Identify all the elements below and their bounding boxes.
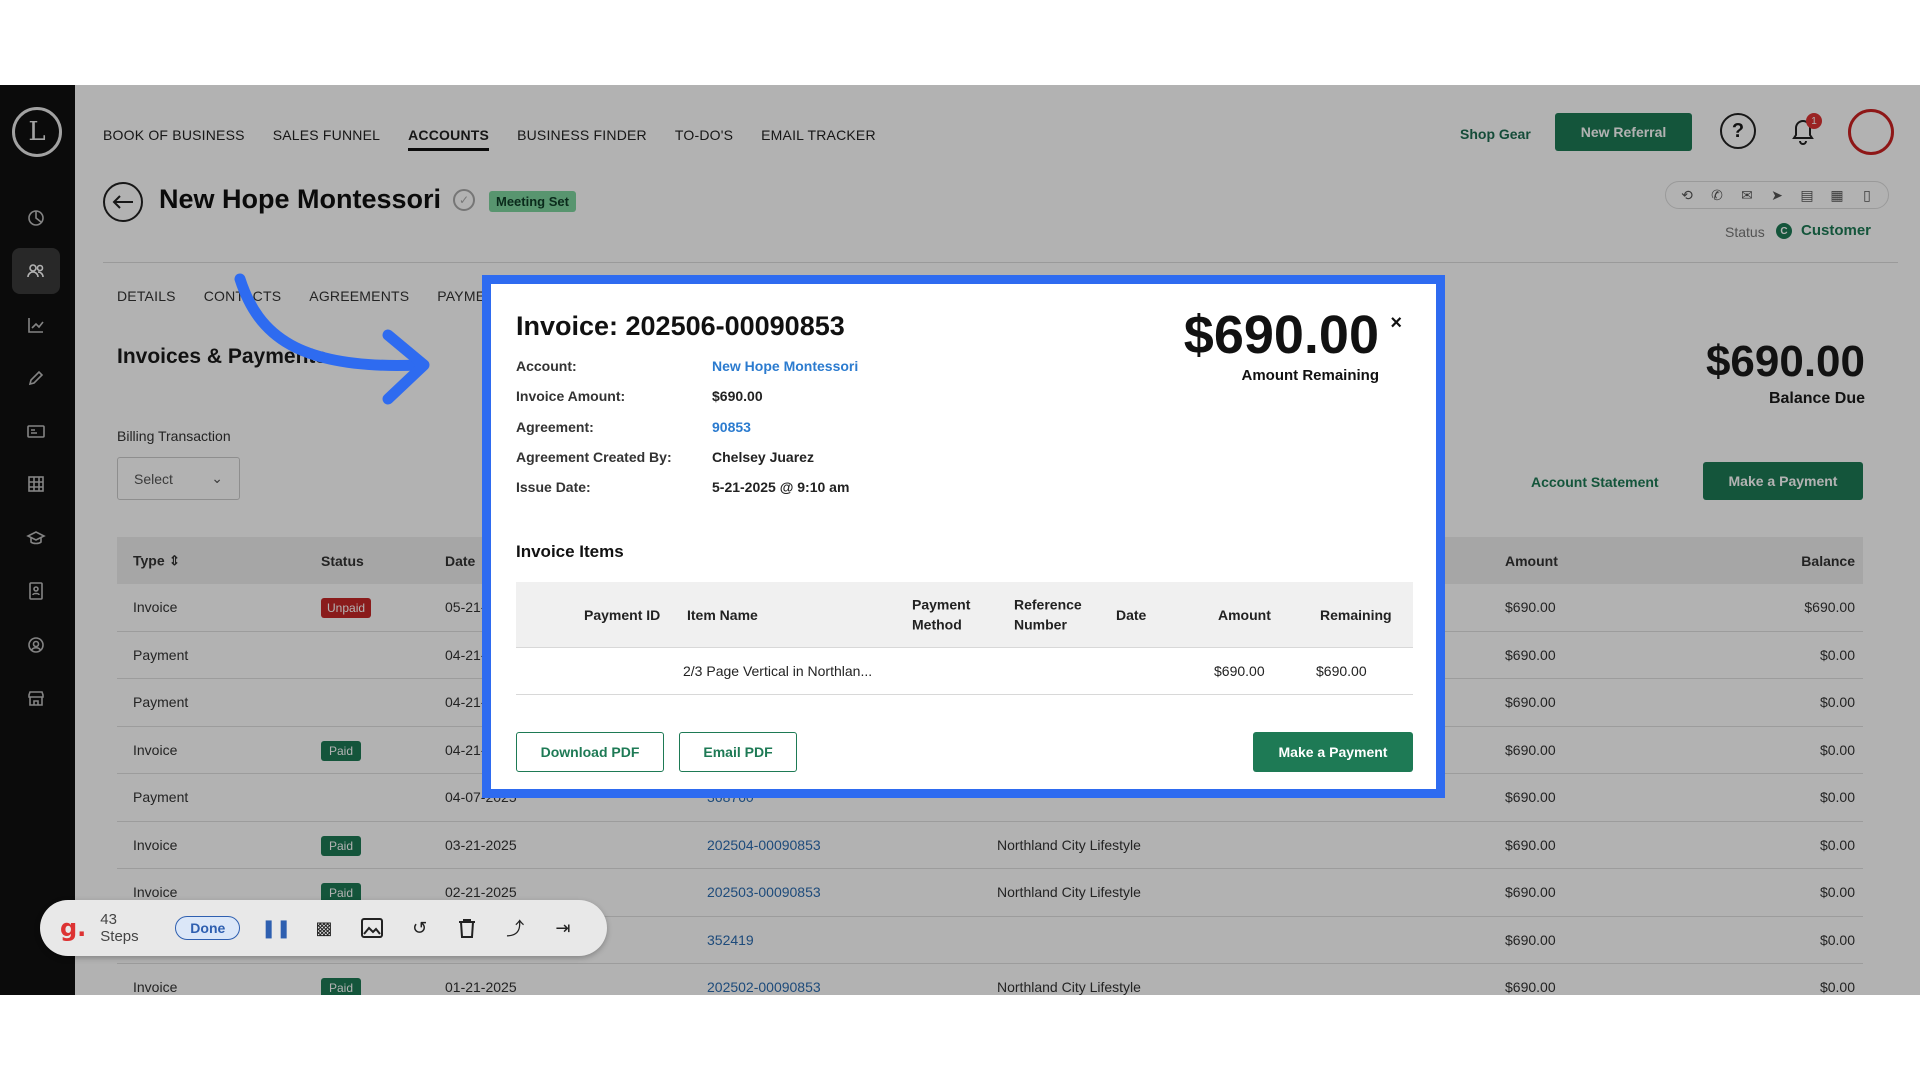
field-value: Chelsey Juarez bbox=[712, 449, 814, 465]
upload-icon[interactable]: ⤴ bbox=[491, 915, 539, 941]
field-label: Account: bbox=[516, 358, 577, 374]
remaining-cell: $690.00 bbox=[1316, 662, 1367, 679]
items-table-header: Payment ID Item Name Payment Method Refe… bbox=[516, 582, 1413, 648]
column-header: Reference Number bbox=[1014, 596, 1082, 633]
field-label: Agreement Created By: bbox=[516, 449, 672, 465]
close-icon[interactable]: × bbox=[1390, 312, 1402, 335]
agreement-link[interactable]: 90853 bbox=[712, 419, 751, 435]
recorder-logo: g. bbox=[60, 914, 87, 942]
column-header: Item Name bbox=[687, 606, 758, 623]
download-pdf-button[interactable]: Download PDF bbox=[516, 732, 664, 772]
annotation-arrow-icon bbox=[234, 273, 430, 405]
image-icon[interactable] bbox=[348, 918, 396, 938]
field-agreement-created-by: Agreement Created By: Chelsey Juarez bbox=[516, 449, 814, 465]
field-issue-date: Issue Date: 5-21-2025 @ 9:10 am bbox=[516, 479, 849, 495]
invoice-modal: Invoice: 202506-00090853 $690.00 Amount … bbox=[482, 275, 1445, 798]
invoice-items-table: Payment ID Item Name Payment Method Refe… bbox=[516, 582, 1413, 695]
field-value: 5-21-2025 @ 9:10 am bbox=[712, 479, 850, 495]
trash-icon[interactable] bbox=[444, 918, 492, 938]
modal-title: Invoice: 202506-00090853 bbox=[516, 311, 845, 341]
step-count: 43 Steps bbox=[100, 911, 139, 945]
field-label: Agreement: bbox=[516, 419, 594, 435]
recorder-toolbar: g. 43 Steps Done ❚❚ ▩ ↺ ⤴ ⇥ bbox=[40, 900, 607, 956]
skip-end-icon[interactable]: ⇥ bbox=[539, 918, 587, 939]
account-link[interactable]: New Hope Montessori bbox=[712, 358, 858, 374]
table-row[interactable]: 2/3 Page Vertical in Northlan... $690.00… bbox=[516, 648, 1413, 695]
modal-make-payment-button[interactable]: Make a Payment bbox=[1253, 732, 1413, 772]
amount-cell: $690.00 bbox=[1214, 662, 1265, 679]
field-invoice-amount: Invoice Amount: $690.00 bbox=[516, 388, 763, 404]
field-agreement: Agreement: 90853 bbox=[516, 419, 751, 435]
blur-icon[interactable]: ▩ bbox=[300, 918, 348, 939]
email-pdf-button[interactable]: Email PDF bbox=[679, 732, 797, 772]
undo-icon[interactable]: ↺ bbox=[396, 918, 444, 939]
column-header: Payment ID bbox=[584, 606, 661, 623]
amount-remaining: $690.00 bbox=[1183, 305, 1379, 365]
done-button[interactable]: Done bbox=[175, 916, 241, 940]
amount-remaining-label: Amount Remaining bbox=[1241, 367, 1380, 384]
field-label: Issue Date: bbox=[516, 479, 591, 495]
field-account: Account: New Hope Montessori bbox=[516, 358, 858, 374]
item-name-cell: 2/3 Page Vertical in Northlan... bbox=[683, 662, 873, 679]
screen: L BOOK OF BUSINESS SALES FUNNEL ACCOUNTS… bbox=[0, 85, 1920, 995]
field-value: $690.00 bbox=[712, 388, 763, 404]
column-header: Remaining bbox=[1320, 606, 1392, 623]
invoice-items-title: Invoice Items bbox=[516, 542, 624, 561]
column-header: Date bbox=[1116, 606, 1147, 623]
field-label: Invoice Amount: bbox=[516, 388, 626, 404]
column-header: Payment Method bbox=[912, 596, 971, 633]
pause-icon[interactable]: ❚❚ bbox=[252, 918, 300, 939]
column-header: Amount bbox=[1218, 606, 1271, 623]
